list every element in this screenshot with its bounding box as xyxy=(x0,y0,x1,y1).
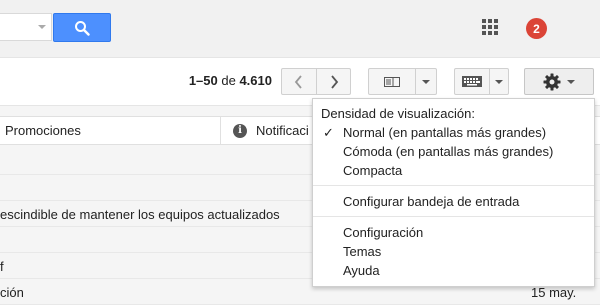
settings-button[interactable] xyxy=(524,68,594,95)
search-button[interactable] xyxy=(53,13,111,42)
menu-item-density-compact[interactable]: Compacta xyxy=(313,161,594,180)
search-icon xyxy=(75,20,90,36)
tab-promotions[interactable]: Promociones xyxy=(0,117,220,144)
chevron-down-icon xyxy=(567,79,575,84)
tab-notifications[interactable]: i Notificaci xyxy=(221,117,321,144)
settings-menu: Densidad de visualización: ✓ Normal (en … xyxy=(312,98,595,287)
row-text: escindible de mantener los equipos actua… xyxy=(0,207,280,222)
info-icon: i xyxy=(233,123,247,138)
pagination-total: 4.610 xyxy=(239,73,272,88)
pagination-of: de xyxy=(221,73,236,88)
split-pane-icon xyxy=(384,76,400,87)
chevron-down-icon xyxy=(495,79,503,84)
chevron-right-icon xyxy=(330,74,338,89)
menu-item-configure-inbox[interactable]: Configurar bandeja de entrada xyxy=(313,192,594,211)
search-input[interactable] xyxy=(0,13,52,41)
input-tools-button[interactable] xyxy=(454,68,490,95)
keyboard-icon xyxy=(462,76,482,87)
chevron-left-icon xyxy=(294,74,302,89)
menu-density-heading: Densidad de visualización: xyxy=(321,106,475,121)
menu-divider xyxy=(313,185,594,186)
split-pane-menu-button[interactable] xyxy=(415,68,437,95)
top-bar: 2 xyxy=(0,0,600,58)
row-date: 15 may. xyxy=(531,285,577,300)
menu-item-density-normal[interactable]: ✓ Normal (en pantallas más grandes) xyxy=(313,123,594,142)
chevron-down-icon xyxy=(422,79,430,84)
gear-icon xyxy=(543,73,561,90)
menu-item-help[interactable]: Ayuda xyxy=(313,261,594,280)
menu-divider xyxy=(313,216,594,217)
pagination-text: 1–50 de 4.610 xyxy=(189,73,272,88)
menu-item-settings[interactable]: Configuración xyxy=(313,223,594,242)
row-text: ción xyxy=(0,285,24,300)
pagination-range: 1–50 xyxy=(188,73,218,88)
search-options-chevron-icon[interactable] xyxy=(38,25,46,29)
apps-grid-icon[interactable] xyxy=(482,19,498,35)
input-tools-menu-button[interactable] xyxy=(489,68,509,95)
menu-item-themes[interactable]: Temas xyxy=(313,242,594,261)
notification-badge[interactable]: 2 xyxy=(526,18,547,39)
tab-notifications-label: Notificaci xyxy=(256,123,309,138)
tab-promotions-label: Promociones xyxy=(5,123,81,138)
menu-item-density-comfortable[interactable]: Cómoda (en pantallas más grandes) xyxy=(313,142,594,161)
older-button[interactable] xyxy=(316,68,351,95)
newer-button[interactable] xyxy=(281,68,317,95)
checkmark-icon: ✓ xyxy=(323,125,334,140)
row-text: f xyxy=(0,259,4,274)
split-pane-button[interactable] xyxy=(368,68,416,95)
